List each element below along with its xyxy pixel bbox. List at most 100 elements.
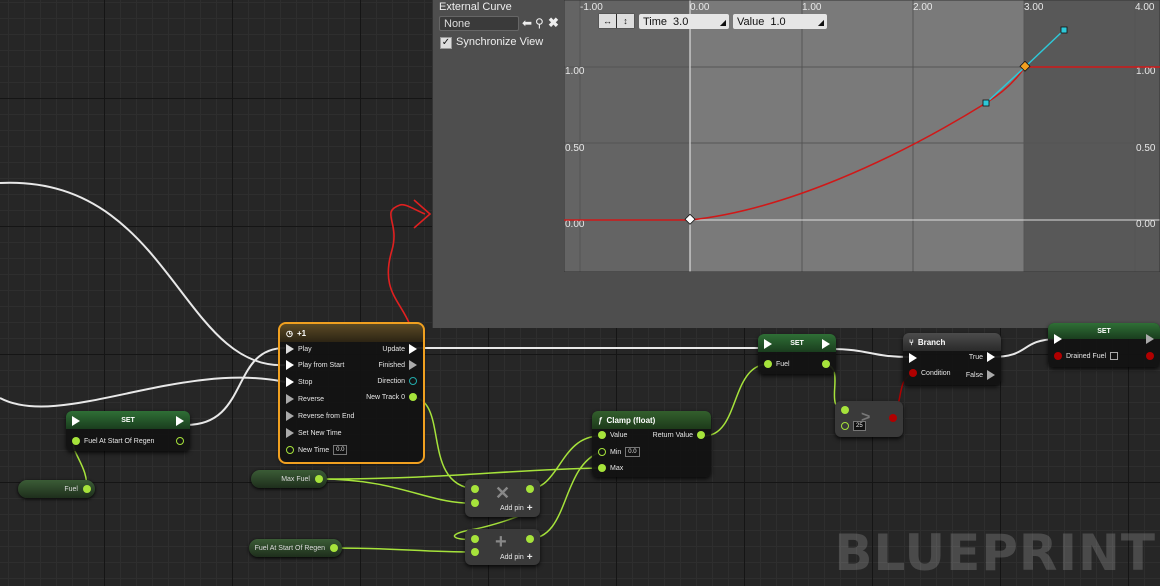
fit-horizontal-icon[interactable]: ↔	[599, 14, 616, 28]
function-icon: ƒ	[598, 415, 603, 425]
x-tick-label: 3.00	[1024, 2, 1044, 13]
bool-pin[interactable]	[909, 369, 917, 377]
x-tick-label: 2.00	[913, 2, 933, 13]
data-pin[interactable]	[598, 431, 606, 439]
exec-in-pin[interactable]	[909, 353, 917, 363]
data-pin[interactable]	[471, 499, 479, 507]
multiply-icon: ✕	[495, 483, 511, 503]
data-out-pin[interactable]	[697, 431, 705, 439]
max-fuel-variable-node[interactable]: Max Fuel	[251, 470, 327, 488]
add-pin-button[interactable]: Add pin +	[500, 503, 533, 514]
fuel-variable-node[interactable]: Fuel	[18, 480, 95, 498]
exec-out-pin[interactable]	[1146, 334, 1154, 344]
x-tick-label: 4.00	[1135, 2, 1155, 13]
x-tick-label: -1.00	[580, 2, 603, 13]
data-out-pin[interactable]	[176, 437, 184, 445]
data-out-pin[interactable]	[83, 485, 91, 493]
curve-editor[interactable]: -1.00 0.00 1.00 2.00 3.00 4.00 1.00 0.50…	[564, 0, 1160, 272]
plus-icon: +	[526, 503, 533, 514]
exec-in-pin[interactable]	[72, 416, 80, 426]
min-input[interactable]: 0.0	[625, 447, 640, 457]
node-title: Branch	[917, 337, 946, 347]
set-fuel-regen-node[interactable]: SET Fuel At Start Of Regen	[66, 411, 190, 451]
pin-label: Drained Fuel	[1066, 352, 1107, 360]
data-pin[interactable]	[471, 485, 479, 493]
data-out-pin[interactable]	[409, 393, 417, 401]
data-out-pin[interactable]	[526, 535, 534, 543]
exec-out-pin[interactable]	[987, 352, 995, 362]
node-header: ⑂ Branch	[903, 333, 1001, 351]
exec-in-pin[interactable]	[286, 394, 294, 404]
exec-in-pin[interactable]	[286, 344, 294, 354]
add-pin-button[interactable]: Add pin +	[500, 552, 533, 563]
branch-node[interactable]: ⑂ Branch Condition True False	[903, 333, 1001, 385]
exec-out-pin[interactable]	[822, 339, 830, 349]
external-curve-label: External Curve	[439, 1, 512, 13]
exec-in-pin[interactable]	[286, 428, 294, 438]
bool-out-pin[interactable]	[1146, 352, 1154, 360]
sync-view-checkbox[interactable]: ✓	[440, 37, 452, 49]
data-out-pin[interactable]	[330, 544, 338, 552]
data-pin[interactable]	[471, 535, 479, 543]
external-curve-dropdown[interactable]: None	[439, 16, 519, 31]
use-asset-arrow-icon[interactable]: ⬅	[522, 16, 532, 30]
drained-fuel-checkbox[interactable]	[1110, 352, 1119, 360]
data-pin[interactable]	[841, 422, 849, 430]
time-field[interactable]: Time 3.0 ◢	[639, 14, 729, 29]
pin-label: Finished	[378, 361, 405, 369]
fuel-regen-variable-node[interactable]: Fuel At Start Of Regen	[249, 539, 342, 557]
set-drained-fuel-node[interactable]: SET Drained Fuel	[1048, 323, 1160, 367]
value-label: Value	[737, 15, 765, 28]
pin-label: Min	[610, 448, 622, 456]
node-header: ◷ +1	[280, 324, 423, 342]
clock-icon: ◷	[286, 328, 293, 338]
tangent-handle[interactable]	[982, 99, 990, 107]
node-title: SET	[66, 411, 190, 429]
exec-in-pin[interactable]	[764, 339, 772, 349]
fit-vertical-icon[interactable]: ↕	[617, 14, 634, 28]
time-value: 3.0	[673, 15, 689, 28]
blueprint-watermark: BLUEPRINT	[834, 524, 1156, 582]
pin-label: Return Value	[652, 431, 693, 439]
data-out-pin[interactable]	[526, 485, 534, 493]
timeline-node[interactable]: ◷ +1 Play Play from Start Stop Reverse Re…	[278, 322, 425, 464]
browse-search-icon[interactable]: ⚲	[535, 16, 544, 30]
value-value: 1.0	[770, 15, 786, 28]
data-out-pin[interactable]	[822, 360, 830, 368]
exec-out-pin[interactable]	[176, 416, 184, 426]
data-pin[interactable]	[286, 446, 294, 454]
data-pin[interactable]	[72, 437, 80, 445]
exec-out-pin[interactable]	[409, 360, 417, 370]
set-fuel-node[interactable]: SET Fuel	[758, 334, 836, 374]
clear-x-icon[interactable]: ✖	[548, 15, 559, 31]
exec-out-pin[interactable]	[409, 344, 417, 354]
direction-pin[interactable]	[409, 377, 417, 385]
clamp-node[interactable]: ƒ Clamp (float) Value Min 0.0 Max Return V…	[592, 411, 711, 477]
value-field[interactable]: Value 1.0 ◢	[733, 14, 827, 29]
pin-label: False	[965, 371, 983, 379]
x-tick-label: 1.00	[802, 2, 822, 13]
multiply-node[interactable]: ✕ Add pin +	[465, 479, 540, 517]
tangent-handle[interactable]	[1060, 26, 1068, 34]
data-pin[interactable]	[598, 448, 606, 456]
exec-in-pin[interactable]	[286, 377, 294, 387]
exec-out-pin[interactable]	[987, 370, 995, 380]
exec-in-pin[interactable]	[286, 360, 294, 370]
data-out-pin[interactable]	[315, 475, 323, 483]
pin-label: Update	[382, 345, 405, 353]
compare-input[interactable]: 25	[853, 421, 866, 431]
add-node[interactable]: + Add pin +	[465, 529, 540, 565]
pin-label: Condition	[921, 369, 951, 377]
data-pin[interactable]	[841, 406, 849, 414]
exec-in-pin[interactable]	[286, 411, 294, 421]
data-pin[interactable]	[471, 548, 479, 556]
new-time-input[interactable]: 0.0	[333, 445, 348, 455]
drag-resize-icon: ◢	[817, 18, 824, 27]
data-pin[interactable]	[598, 464, 606, 472]
compare-node[interactable]: > 25	[835, 401, 903, 437]
data-pin[interactable]	[764, 360, 772, 368]
pin-label: Set New Time	[298, 429, 342, 437]
exec-in-pin[interactable]	[1054, 334, 1062, 344]
bool-out-pin[interactable]	[889, 414, 897, 422]
bool-pin[interactable]	[1054, 352, 1062, 360]
